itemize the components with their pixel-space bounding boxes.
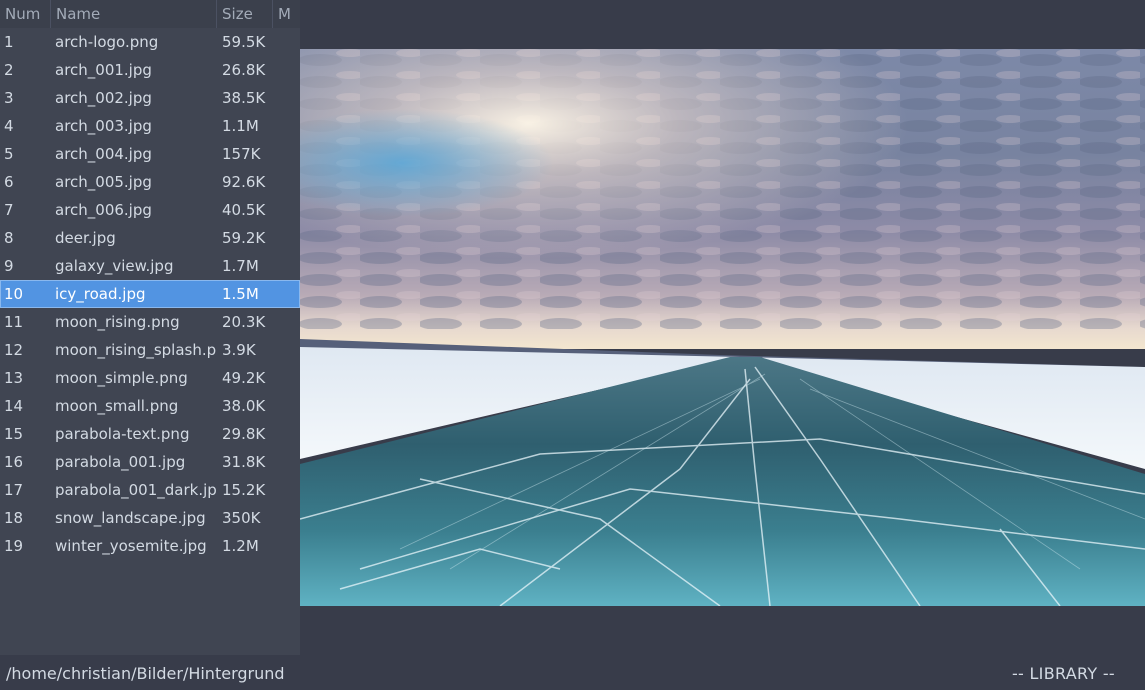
file-num: 1	[4, 33, 14, 51]
image-viewer-window: Num Name Size M 1 arch-logo.png 59.5K 2 arch…	[0, 0, 1145, 690]
file-num: 8	[4, 229, 14, 247]
library-header: Num Name Size M	[0, 0, 300, 28]
file-num: 17	[4, 481, 24, 499]
file-num: 13	[4, 369, 24, 387]
file-row[interactable]: 10 icy_road.jpg 1.5M	[0, 280, 300, 308]
file-name: galaxy_view.jpg	[55, 257, 174, 275]
file-row[interactable]: 7 arch_006.jpg 40.5K	[0, 196, 300, 224]
file-size: 1.5M	[222, 285, 259, 303]
file-row[interactable]: 18 snow_landscape.jpg 350K	[0, 504, 300, 532]
file-num: 7	[4, 201, 14, 219]
file-num: 14	[4, 397, 24, 415]
column-header-m[interactable]: M	[273, 0, 300, 28]
file-num: 19	[4, 537, 24, 555]
file-row[interactable]: 16 parabola_001.jpg 31.8K	[0, 448, 300, 476]
image-view	[300, 0, 1145, 655]
file-size: 59.5K	[222, 33, 266, 51]
file-name: arch_003.jpg	[55, 117, 152, 135]
file-size: 40.5K	[222, 201, 266, 219]
column-header-size[interactable]: Size	[217, 0, 273, 28]
file-name: arch-logo.png	[55, 33, 159, 51]
file-name: arch_005.jpg	[55, 173, 152, 191]
file-name: moon_simple.png	[55, 369, 188, 387]
file-size: 38.5K	[222, 89, 266, 107]
file-num: 10	[4, 285, 24, 303]
icy-road-image	[300, 49, 1145, 606]
file-name: arch_001.jpg	[55, 61, 152, 79]
file-row[interactable]: 6 arch_005.jpg 92.6K	[0, 168, 300, 196]
file-num: 4	[4, 117, 14, 135]
file-size: 29.8K	[222, 425, 266, 443]
file-name: icy_road.jpg	[55, 285, 146, 303]
file-num: 15	[4, 425, 24, 443]
file-name: parabola_001.jpg	[55, 453, 186, 471]
file-num: 12	[4, 341, 24, 359]
file-size: 157K	[222, 145, 261, 163]
file-row[interactable]: 3 arch_002.jpg 38.5K	[0, 84, 300, 112]
file-size: 350K	[222, 509, 261, 527]
file-name: arch_002.jpg	[55, 89, 152, 107]
file-row[interactable]: 5 arch_004.jpg 157K	[0, 140, 300, 168]
file-row[interactable]: 19 winter_yosemite.jpg 1.2M	[0, 532, 300, 560]
file-row[interactable]: 4 arch_003.jpg 1.1M	[0, 112, 300, 140]
mode-indicator: -- LIBRARY --	[1011, 664, 1115, 683]
file-row[interactable]: 13 moon_simple.png 49.2K	[0, 364, 300, 392]
file-size: 31.8K	[222, 453, 266, 471]
file-size: 1.1M	[222, 117, 259, 135]
current-directory-path: /home/christian/Bilder/Hintergrund	[6, 664, 285, 683]
file-size: 1.2M	[222, 537, 259, 555]
file-row[interactable]: 9 galaxy_view.jpg 1.7M	[0, 252, 300, 280]
file-num: 16	[4, 453, 24, 471]
file-row[interactable]: 1 arch-logo.png 59.5K	[0, 28, 300, 56]
file-size: 20.3K	[222, 313, 266, 331]
column-header-name[interactable]: Name	[51, 0, 217, 28]
file-name: snow_landscape.jpg	[55, 509, 206, 527]
file-size: 26.8K	[222, 61, 266, 79]
file-row[interactable]: 14 moon_small.png 38.0K	[0, 392, 300, 420]
file-size: 49.2K	[222, 369, 266, 387]
file-name: arch_006.jpg	[55, 201, 152, 219]
file-row[interactable]: 15 parabola-text.png 29.8K	[0, 420, 300, 448]
file-num: 9	[4, 257, 14, 275]
file-name: moon_rising.png	[55, 313, 180, 331]
file-num: 3	[4, 89, 14, 107]
column-header-num[interactable]: Num	[0, 0, 51, 28]
file-size: 92.6K	[222, 173, 266, 191]
file-name: parabola-text.png	[55, 425, 190, 443]
file-row[interactable]: 12 moon_rising_splash.png 3.9K	[0, 336, 300, 364]
file-row[interactable]: 17 parabola_001_dark.jpg 15.2K	[0, 476, 300, 504]
file-size: 15.2K	[222, 481, 266, 499]
file-num: 18	[4, 509, 24, 527]
file-name: moon_rising_splash.png	[55, 341, 216, 359]
file-size: 38.0K	[222, 397, 266, 415]
library-panel: Num Name Size M 1 arch-logo.png 59.5K 2 arch…	[0, 0, 300, 655]
file-name: moon_small.png	[55, 397, 179, 415]
file-num: 11	[4, 313, 24, 331]
status-bar: /home/christian/Bilder/Hintergrund -- LI…	[0, 655, 1145, 690]
file-row[interactable]: 8 deer.jpg 59.2K	[0, 224, 300, 252]
file-row[interactable]: 2 arch_001.jpg 26.8K	[0, 56, 300, 84]
file-name: deer.jpg	[55, 229, 116, 247]
file-name: parabola_001_dark.jpg	[55, 481, 216, 499]
file-name: winter_yosemite.jpg	[55, 537, 207, 555]
image-preview	[300, 49, 1145, 606]
file-name: arch_004.jpg	[55, 145, 152, 163]
file-size: 1.7M	[222, 257, 259, 275]
file-num: 5	[4, 145, 14, 163]
file-size: 59.2K	[222, 229, 266, 247]
file-size: 3.9K	[222, 341, 256, 359]
file-num: 6	[4, 173, 14, 191]
file-list: 1 arch-logo.png 59.5K 2 arch_001.jpg 26.8K 3 ar…	[0, 28, 300, 560]
file-row[interactable]: 11 moon_rising.png 20.3K	[0, 308, 300, 336]
file-num: 2	[4, 61, 14, 79]
